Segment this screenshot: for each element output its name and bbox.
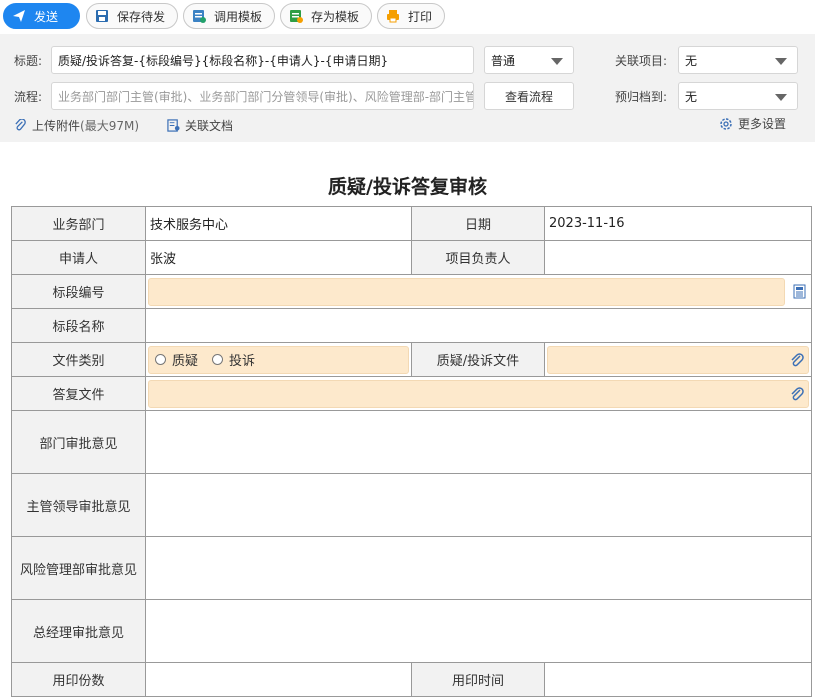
save-draft-button[interactable]: 保存待发 bbox=[86, 3, 178, 29]
reply-file-label: 答复文件 bbox=[11, 376, 146, 411]
upload-label: 上传附件 bbox=[32, 119, 81, 133]
paperclip-icon[interactable] bbox=[790, 352, 804, 369]
save-template-icon bbox=[290, 10, 303, 23]
related-project-value: 无 bbox=[685, 53, 698, 68]
seal-time-label: 用印时间 bbox=[411, 662, 545, 697]
related-project-label: 关联项目: bbox=[615, 54, 668, 68]
save-template-button[interactable]: 存为模板 bbox=[280, 3, 372, 29]
dept-value: 技术服务中心 bbox=[145, 206, 412, 241]
section-name-label: 标段名称 bbox=[11, 308, 146, 343]
risk-opinion-field[interactable] bbox=[145, 536, 812, 600]
gear-icon bbox=[720, 117, 732, 130]
risk-opinion-label: 风险管理部审批意见 bbox=[11, 536, 146, 600]
print-label: 打印 bbox=[408, 9, 433, 24]
related-project-select[interactable]: 无 bbox=[678, 46, 798, 74]
radio-complaint[interactable]: 投诉 bbox=[212, 350, 255, 369]
section-no-input[interactable] bbox=[148, 277, 785, 306]
radio-complaint-label: 投诉 bbox=[229, 354, 256, 369]
file-type-radio-group: 质疑 投诉 bbox=[148, 345, 409, 374]
title-value: 质疑/投诉答复-{标段编号}{标段名称}-{申请人}-{申请日期} bbox=[58, 53, 389, 68]
flow-input[interactable]: 业务部门部门主管(审批)、业务部门部门分管领导(审批)、风险管理部-部门主管 bbox=[51, 82, 474, 110]
more-settings-label: 更多设置 bbox=[738, 117, 787, 131]
related-doc-label: 关联文档 bbox=[185, 119, 234, 133]
send-button[interactable]: 发送 bbox=[3, 3, 80, 29]
form-picker-icon[interactable] bbox=[793, 284, 806, 299]
print-button[interactable]: 打印 bbox=[377, 3, 445, 29]
document-link-icon bbox=[167, 119, 180, 132]
section-no-label: 标段编号 bbox=[11, 274, 146, 309]
dept-opinion-field[interactable] bbox=[145, 410, 812, 474]
radio-query[interactable]: 质疑 bbox=[155, 350, 198, 369]
toolbar: 发送 保存待发 调用模板 存为模板 打印 bbox=[0, 0, 815, 34]
section-no-cell bbox=[145, 274, 812, 309]
header-panel: 标题: 质疑/投诉答复-{标段编号}{标段名称}-{申请人}-{申请日期} 普通… bbox=[0, 34, 815, 142]
radio-query-label: 质疑 bbox=[172, 354, 199, 369]
save-icon bbox=[96, 10, 108, 22]
section-name-value[interactable] bbox=[145, 308, 812, 343]
applicant-value: 张波 bbox=[145, 240, 412, 275]
title-label: 标题: bbox=[14, 54, 43, 68]
approval-form: 业务部门 技术服务中心 日期 2023-11-16 申请人 张波 项目负责人 标… bbox=[11, 206, 812, 697]
save-template-label: 存为模板 bbox=[311, 9, 360, 24]
priority-select[interactable]: 普通 bbox=[484, 46, 574, 74]
file-type-label: 文件类别 bbox=[11, 342, 146, 377]
send-label: 发送 bbox=[34, 9, 59, 24]
gm-opinion-field[interactable] bbox=[145, 599, 812, 663]
save-draft-label: 保存待发 bbox=[117, 9, 166, 24]
reply-file-upload[interactable] bbox=[148, 379, 809, 408]
query-file-cell bbox=[544, 342, 812, 377]
related-doc-link[interactable]: 关联文档 bbox=[167, 117, 233, 134]
form-title: 质疑/投诉答复审核 bbox=[328, 176, 487, 198]
project-lead-value[interactable] bbox=[544, 240, 812, 275]
seal-time-value[interactable] bbox=[544, 662, 812, 697]
printer-icon bbox=[387, 10, 399, 23]
applicant-label: 申请人 bbox=[11, 240, 146, 275]
reply-file-cell bbox=[145, 376, 812, 411]
leader-opinion-field[interactable] bbox=[145, 473, 812, 537]
archive-label: 预归档到: bbox=[615, 90, 668, 104]
archive-value: 无 bbox=[685, 89, 698, 104]
upload-attachment-link[interactable]: 上传附件 (最大97M) bbox=[14, 117, 139, 134]
dept-opinion-label: 部门审批意见 bbox=[11, 410, 146, 474]
paperclip-icon[interactable] bbox=[790, 386, 804, 403]
upload-limit: (最大97M) bbox=[80, 119, 140, 133]
file-type-cell: 质疑 投诉 bbox=[145, 342, 412, 377]
radio-circle-icon bbox=[212, 354, 224, 365]
use-template-button[interactable]: 调用模板 bbox=[183, 3, 275, 29]
flow-value: 业务部门部门主管(审批)、业务部门部门分管领导(审批)、风险管理部-部门主管 bbox=[58, 89, 474, 104]
priority-value: 普通 bbox=[491, 53, 516, 68]
more-settings-link[interactable]: 更多设置 bbox=[719, 115, 786, 132]
date-value: 2023-11-16 bbox=[544, 206, 812, 241]
view-flow-button[interactable]: 查看流程 bbox=[484, 82, 574, 110]
leader-opinion-label: 主管领导审批意见 bbox=[11, 473, 146, 537]
archive-select[interactable]: 无 bbox=[678, 82, 798, 110]
dept-label: 业务部门 bbox=[11, 206, 146, 241]
date-label: 日期 bbox=[411, 206, 545, 241]
flow-label: 流程: bbox=[14, 90, 43, 104]
view-flow-label: 查看流程 bbox=[504, 89, 553, 104]
title-input[interactable]: 质疑/投诉答复-{标段编号}{标段名称}-{申请人}-{申请日期} bbox=[51, 46, 474, 74]
radio-circle-icon bbox=[155, 354, 166, 365]
query-file-upload[interactable] bbox=[547, 345, 809, 374]
seal-count-label: 用印份数 bbox=[11, 662, 146, 697]
template-icon bbox=[193, 10, 206, 23]
project-lead-label: 项目负责人 bbox=[411, 240, 545, 275]
paperclip-icon bbox=[15, 119, 26, 131]
use-template-label: 调用模板 bbox=[214, 9, 263, 24]
query-file-label: 质疑/投诉文件 bbox=[411, 342, 545, 377]
gm-opinion-label: 总经理审批意见 bbox=[11, 599, 146, 663]
send-icon bbox=[13, 10, 25, 22]
seal-count-value[interactable] bbox=[145, 662, 412, 697]
